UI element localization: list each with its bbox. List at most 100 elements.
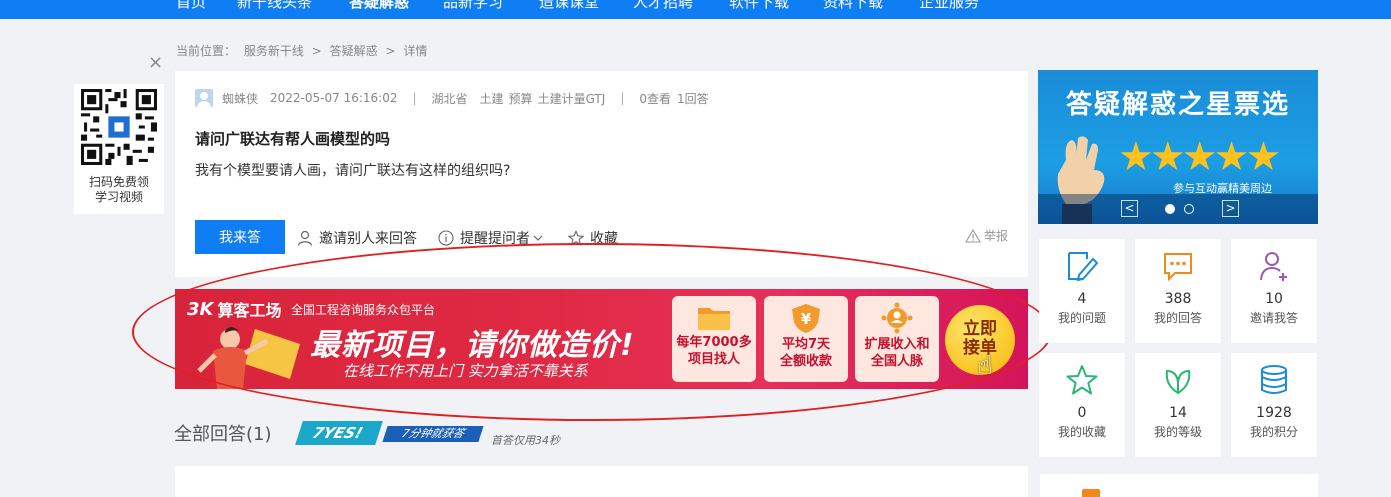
breadcrumb-item[interactable]: 服务新干线 <box>244 44 304 58</box>
edit-icon <box>1068 252 1099 282</box>
question-tag[interactable]: 土建计量GTJ <box>538 90 606 107</box>
question-tag[interactable]: 预算 <box>509 90 533 107</box>
invite-button[interactable]: 邀请别人来回答 <box>297 228 417 248</box>
remind-label: 提醒提问者 <box>460 231 530 247</box>
badge-sub: 7分钟就获答 <box>382 426 484 442</box>
remind-button[interactable]: 提醒提问者 <box>438 228 549 248</box>
stat-my-level[interactable]: 14 我的等级 <box>1135 353 1221 457</box>
nav-item-jobs[interactable]: 人才招聘 <box>633 0 693 12</box>
stat-my-favorites[interactable]: 0 我的收藏 <box>1039 353 1125 457</box>
info-icon <box>438 230 454 246</box>
nav-item-qa[interactable]: 答疑解惑 <box>349 0 409 12</box>
favorite-label: 收藏 <box>590 231 618 247</box>
stat-value: 0 <box>1077 405 1087 421</box>
ad-feature: 每年7000多 项目找人 <box>672 296 756 382</box>
answer-card <box>175 466 1028 497</box>
ad-feature-line: 扩展收入和 <box>864 337 930 352</box>
stat-label: 我的问题 <box>1057 311 1106 325</box>
carousel-next-button[interactable]: > <box>1222 200 1239 217</box>
avatar[interactable] <box>195 89 213 107</box>
stat-my-answers[interactable]: 388 我的回答 <box>1135 239 1221 343</box>
stat-label: 我的收藏 <box>1057 425 1106 439</box>
nav-item-learning[interactable]: 品新学习 <box>443 0 503 12</box>
carousel-dot[interactable] <box>1184 204 1194 214</box>
ad-feature-line: 全额收款 <box>779 354 832 369</box>
ad-feature-line: 项目找人 <box>687 352 740 367</box>
chat-icon <box>1164 253 1192 282</box>
view-count: 0查看 <box>639 91 671 106</box>
gift-icon <box>1082 489 1100 497</box>
report-label: 举报 <box>983 229 1008 243</box>
breadcrumb-item[interactable]: 答疑解惑 <box>330 44 378 58</box>
stat-value: 14 <box>1169 405 1187 421</box>
question-datetime: 2022-05-07 16:16:02 <box>270 91 398 105</box>
coins-icon <box>1261 365 1287 394</box>
chevron-down-icon <box>533 235 543 241</box>
qr-card: 扫码免费领 学习视频 <box>74 84 164 214</box>
meta-separator: | <box>412 91 417 105</box>
worker-illustration-icon <box>197 327 300 389</box>
breadcrumb-label: 当前位置： <box>176 44 237 58</box>
badge-main: 7YES! <box>295 421 383 445</box>
ad-banner[interactable]: 3K 算客工场 全国工程咨询服务众包平台 最新项目，请你做造价! 在线工作不用上… <box>175 289 1028 389</box>
ad-feature-line: 平均7天 <box>781 337 831 352</box>
stat-my-questions[interactable]: 4 我的问题 <box>1039 239 1125 343</box>
top-navigation: 首页 新干线头条 答疑解惑 品新学习 造课课堂 人才招聘 软件下载 资料下载 企… <box>0 0 1391 19</box>
hand-cursor-icon: ☝ <box>977 351 993 381</box>
ad-subline: 在线工作不用上门 实力拿活不靠关系 <box>343 362 588 380</box>
nav-item-materials[interactable]: 资料下载 <box>823 0 883 12</box>
breadcrumb-item-current: 详情 <box>403 44 428 58</box>
folder-icon <box>698 308 730 330</box>
nav-item-software[interactable]: 软件下载 <box>729 0 789 12</box>
ad-feature-line: 每年7000多 <box>676 335 752 350</box>
question-title: 请问广联达有帮人画模型的吗 <box>195 130 391 148</box>
nav-item-home[interactable]: 首页 <box>176 0 206 12</box>
question-body: 我有个模型要请人画，请问广联达有这样的组织吗? <box>195 163 511 179</box>
qr-code-icon <box>81 89 157 165</box>
user-icon <box>297 230 313 246</box>
close-icon[interactable]: × <box>148 54 163 72</box>
stat-label: 邀请我答 <box>1249 311 1298 325</box>
stat-my-points[interactable]: 1928 我的积分 <box>1231 353 1317 457</box>
ad-feature: ¥ 平均7天 全额收款 <box>764 296 848 382</box>
warning-icon <box>965 228 981 243</box>
carousel-prev-button[interactable]: < <box>1121 200 1138 217</box>
nav-item-classroom[interactable]: 造课课堂 <box>539 0 599 12</box>
author-name[interactable]: 蜘蛛侠 <box>222 90 258 107</box>
stat-value: 388 <box>1164 291 1192 307</box>
stat-label: 我的等级 <box>1153 425 1202 439</box>
stat-label: 我的回答 <box>1153 311 1202 325</box>
answer-button[interactable]: 我来答 <box>195 220 285 254</box>
nav-item-enterprise[interactable]: 企业服务 <box>919 0 979 12</box>
yen-shield-icon: ¥ <box>792 304 820 333</box>
add-user-icon <box>1260 252 1287 281</box>
report-button[interactable]: 举报 <box>965 227 1008 244</box>
question-meta: 蜘蛛侠 2022-05-07 16:16:02 | 湖北省 土建 预算 土建计量… <box>195 89 709 107</box>
rating-stars-icon: ★★★★★ <box>1118 134 1281 180</box>
first-answer-time: 首答仅用34秒 <box>491 434 560 447</box>
stat-invited-to-answer[interactable]: 10 邀请我答 <box>1231 239 1317 343</box>
answers-heading: 全部回答(1) <box>174 424 272 445</box>
carousel-dot-active[interactable] <box>1165 204 1175 214</box>
ad-logo-text: 算客工场 <box>217 301 282 320</box>
invite-label: 邀请别人来回答 <box>319 231 417 247</box>
breadcrumb: 当前位置： 服务新干线 > 答疑解惑 > 详情 <box>176 42 431 59</box>
stat-label: 我的积分 <box>1249 425 1298 439</box>
side-panel-next <box>1040 474 1318 497</box>
leaf-icon <box>1165 369 1191 395</box>
breadcrumb-separator: > <box>311 44 322 58</box>
cta-line: 立即 <box>963 319 997 339</box>
question-region: 湖北省 <box>431 91 468 106</box>
meta-separator: | <box>620 91 625 105</box>
ad-feature: 扩展收入和 全国人脉 <box>855 296 939 382</box>
favorite-button[interactable]: 收藏 <box>568 228 618 248</box>
ad-headline: 最新项目，请你做造价! <box>310 328 635 363</box>
qr-caption-line: 学习视频 <box>94 190 143 204</box>
side-carousel[interactable]: 答疑解惑之星票选 ★★★★★ 参与互动赢精美周边 < > <box>1038 70 1318 224</box>
ad-tagline: 全国工程咨询服务众包平台 <box>291 303 436 317</box>
nav-item-headlines[interactable]: 新干线头条 <box>237 0 312 12</box>
qr-caption-line: 扫码免费领 <box>88 175 149 189</box>
star-icon <box>1066 365 1098 395</box>
stat-value: 4 <box>1077 291 1087 307</box>
question-tag[interactable]: 土建 <box>480 90 504 107</box>
